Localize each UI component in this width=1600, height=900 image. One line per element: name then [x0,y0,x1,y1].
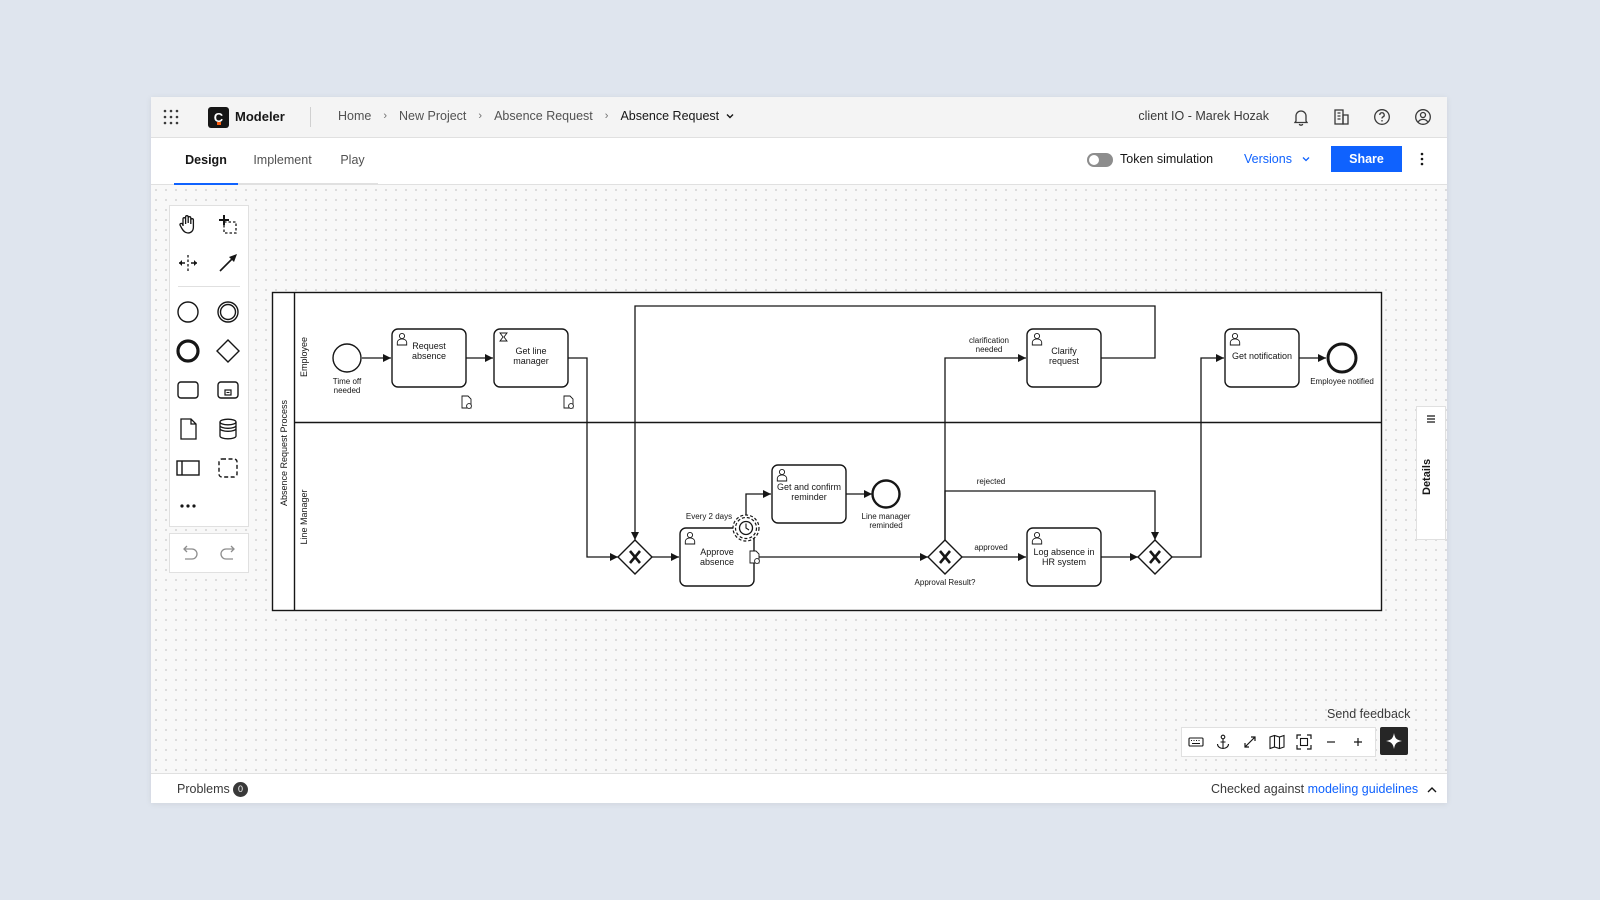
overflow-menu-icon[interactable] [1412,148,1432,170]
breadcrumb-project[interactable]: New Project [399,109,466,123]
label-line: needed [334,386,361,395]
status-bar: Problems 0 Checked against modeling guid… [151,773,1447,803]
task-label: Get notification [1231,351,1293,361]
app-name: Modeler [235,109,285,124]
chevron-up-icon[interactable] [1425,783,1439,797]
guidelines-status: Checked against modeling guidelines [1211,782,1418,796]
label-line: Time off [333,377,362,386]
gateway-label: Approval Result? [915,578,976,587]
event-label: Employee notified [1310,377,1374,386]
user-profile-icon[interactable] [1413,107,1433,127]
breadcrumb-separator: › [478,110,483,122]
tab-implement[interactable]: Implement [238,138,327,185]
bpmn-diagram: Absence Request Process Employee Line Ma… [271,291,1383,612]
breadcrumb-folder[interactable]: Absence Request [494,109,593,123]
ai-assistant-button[interactable] [1380,727,1408,755]
task-get-notification[interactable]: Get notification [1224,328,1300,388]
pool-label: Absence Request Process [279,399,289,506]
details-panel-toggle[interactable]: Details [1416,406,1446,540]
zoom-in-icon[interactable] [1348,732,1368,752]
task-label: Log absence in HR system [1033,547,1095,567]
anchor-icon[interactable] [1213,732,1233,752]
modeler-window: C Modeler Home › New Project › Absence R… [151,97,1447,803]
timer-label: Every 2 days [686,512,732,521]
tab-play[interactable]: Play [327,138,378,185]
data-object-reference-icon[interactable] [563,395,574,409]
task-confirm-reminder[interactable]: Get and confirm reminder [771,464,847,524]
organization-icon[interactable] [1331,107,1351,127]
divider [310,107,311,127]
details-label: Details [1421,458,1433,495]
org-user-label: client IO - Marek Hozak [1138,109,1269,123]
task-log-absence[interactable]: Log absence in HR system [1026,527,1102,587]
token-simulation-toggle[interactable] [1087,153,1113,167]
notification-bell-icon[interactable] [1291,107,1311,127]
flow-label-rejected: rejected [977,477,1005,486]
flow-label-clarification: clarification needed [968,336,1009,354]
minimap-icon[interactable] [1267,732,1287,752]
chevron-down-icon[interactable] [725,111,735,121]
panel-list-icon [1427,415,1435,423]
zoom-out-icon[interactable] [1321,732,1341,752]
breadcrumb-separator: › [383,110,388,122]
lane-label-line-manager: Line Manager [299,489,309,544]
tab-design[interactable]: Design [174,138,238,185]
versions-label: Versions [1244,152,1292,166]
versions-dropdown[interactable]: Versions [1244,152,1311,166]
fullscreen-icon[interactable] [1240,732,1260,752]
app-switcher-icon[interactable] [161,107,181,127]
data-object-reference-icon[interactable] [749,550,760,564]
lane-label-employee: Employee [299,337,309,377]
event-label: Line manager reminded [861,512,911,530]
task-label: Request absence [411,341,447,361]
help-icon[interactable] [1372,107,1392,127]
task-request-absence[interactable]: Request absence [391,328,467,388]
breadcrumb-home[interactable]: Home [338,109,371,123]
chevron-down-icon [1302,157,1310,162]
task-label: Clarify request [1048,346,1080,366]
share-button[interactable]: Share [1331,146,1402,172]
top-bar: C Modeler Home › New Project › Absence R… [151,97,1447,138]
send-feedback-link[interactable]: Send feedback [1327,707,1410,721]
fit-viewport-icon[interactable] [1294,732,1314,752]
sparkle-icon [1386,733,1402,749]
modeling-guidelines-link[interactable]: modeling guidelines [1308,782,1419,796]
task-clarify-request[interactable]: Clarify request [1026,328,1102,388]
token-simulation-label: Token simulation [1120,152,1214,166]
task-label: Approve absence [699,547,735,567]
guidelines-prefix: Checked against [1211,782,1305,796]
problems-panel-toggle[interactable]: Problems [177,782,230,796]
breadcrumb-current-file[interactable]: Absence Request [620,109,719,123]
task-get-line-manager[interactable]: Get line manager [493,328,569,388]
task-label: Get line manager [513,346,549,366]
diagram-canvas[interactable]: Absence Request Process Employee Line Ma… [151,185,1447,773]
breadcrumb: Home › New Project › Absence Request › A… [338,109,735,123]
problems-count-badge: 0 [233,782,248,797]
keyboard-icon[interactable] [1186,732,1206,752]
breadcrumb-separator: › [604,110,609,122]
camunda-logo: C [208,107,229,128]
canvas-controls [1181,727,1376,757]
tab-bar: Design Implement Play Token simulation V… [151,138,1447,185]
event-label: Time off needed [333,377,362,395]
flow-label-approved: approved [974,543,1007,552]
data-object-reference-icon[interactable] [461,395,472,409]
task-label: Get and confirm reminder [776,482,842,502]
